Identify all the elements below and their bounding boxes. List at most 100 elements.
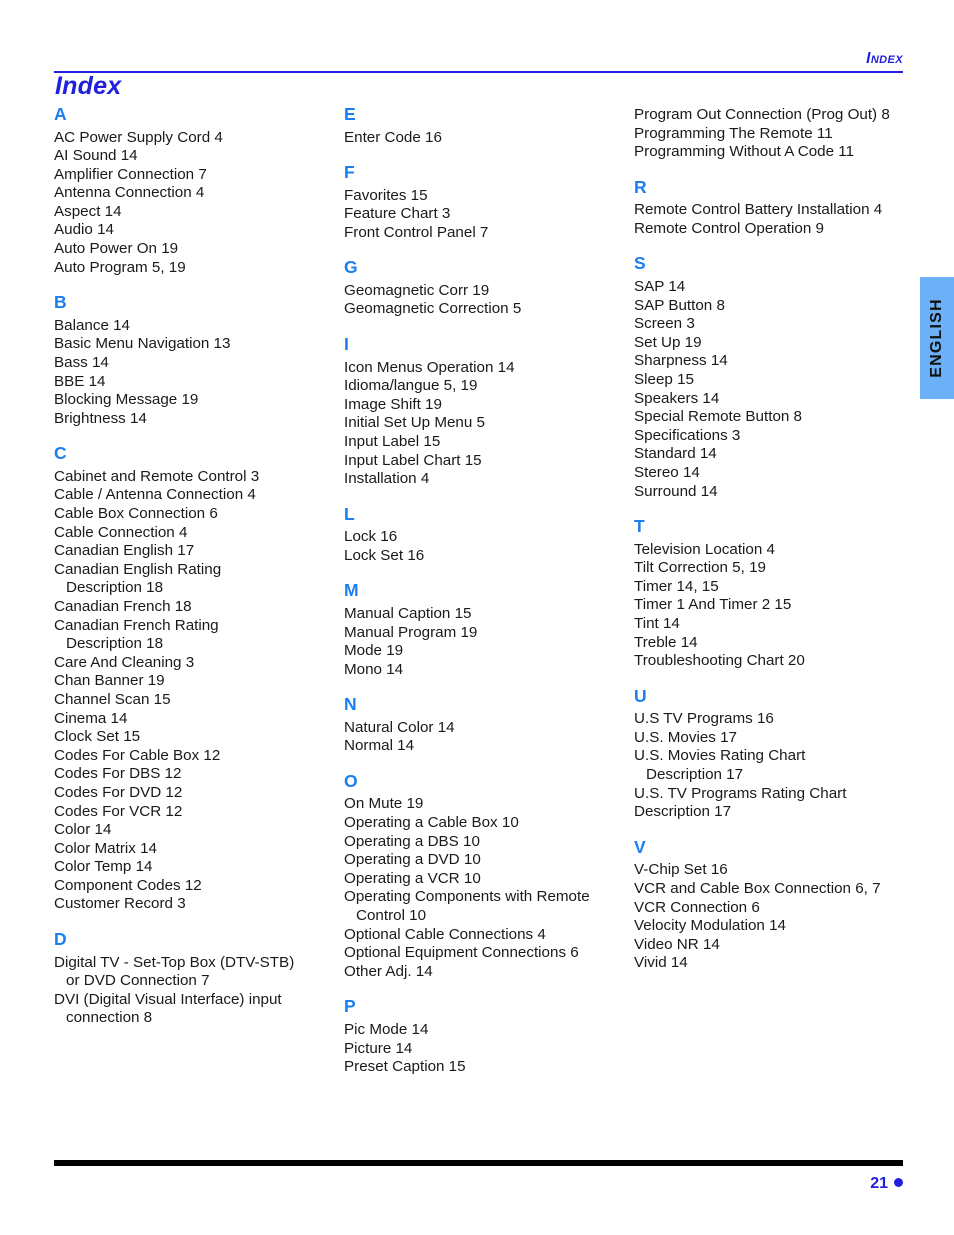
index-section-l: L Lock 16 Lock Set 16 xyxy=(344,503,634,566)
index-entry: Natural Color 14 xyxy=(344,718,455,736)
index-entry: Auto Program 5, 19 xyxy=(54,258,186,276)
index-entry: Auto Power On 19 xyxy=(54,240,179,258)
letter-heading: T xyxy=(634,516,645,537)
index-entry: Mono 14 xyxy=(344,660,404,678)
index-entry: Feature Chart 3 xyxy=(344,205,451,223)
index-entry: Operating Components with Remote xyxy=(344,888,590,906)
index-entry: Component Codes 12 xyxy=(54,876,202,894)
index-section-c: C Cabinet and Remote Control 3 Cable / Ant… xyxy=(54,445,344,914)
index-entry: Television Location 4 xyxy=(634,540,775,558)
index-entry: Description 17 xyxy=(646,766,744,784)
side-tab-label: ENGLISH xyxy=(928,298,945,378)
index-entry: Picture 14 xyxy=(344,1039,413,1057)
letter-heading: V xyxy=(634,836,646,857)
letter-heading: I xyxy=(344,334,349,355)
index-section-f: F Favorites 15 Feature Chart 3 Front Contro… xyxy=(344,164,634,242)
index-entry: Sharpness 14 xyxy=(634,352,728,370)
index-entry: Balance 14 xyxy=(54,316,130,334)
index-entry: Programming The Remote 11 xyxy=(634,124,833,142)
index-entry: Lock 16 xyxy=(344,528,398,546)
index-entry: Set Up 19 xyxy=(634,333,702,351)
index-entry: Mode 19 xyxy=(344,642,404,660)
index-entry: Canadian English 17 xyxy=(54,542,195,560)
index-entry: Tint 14 xyxy=(634,614,680,632)
index-entry: Operating a DBS 10 xyxy=(344,832,480,850)
letter-heading: A xyxy=(54,104,67,124)
index-entry: Velocity Modulation 14 xyxy=(634,917,786,935)
index-entry: Vivid 14 xyxy=(634,954,688,972)
letter-heading: P xyxy=(344,996,356,1017)
index-entry: Installation 4 xyxy=(344,470,430,488)
index-entry: Icon Menus Operation 14 xyxy=(344,358,515,376)
index-entry: AC Power Supply Cord 4 xyxy=(54,128,223,146)
index-section-v: V V-Chip Set 16 VCR and Cable Box Connecti… xyxy=(634,836,914,973)
index-section-p: P Pic Mode 14 Picture 14 Preset Caption 15 xyxy=(344,998,634,1076)
index-entry: Cable / Antenna Connection 4 xyxy=(54,486,256,504)
letter-heading: L xyxy=(344,503,355,524)
index-entry: SAP 14 xyxy=(634,277,686,295)
page-number: 21 xyxy=(870,1175,888,1192)
index-entry: Specifications 3 xyxy=(634,426,741,444)
running-head-label: Index xyxy=(866,50,903,67)
letter-heading: S xyxy=(634,253,646,274)
index-entry: Geomagnetic Correction 5 xyxy=(344,300,522,318)
index-entry: Manual Caption 15 xyxy=(344,604,472,622)
index-entry: Sleep 15 xyxy=(634,370,694,388)
index-section-o: O On Mute 19 Operating a Cable Box 10 Opera… xyxy=(344,770,634,981)
index-entry: V-Chip Set 16 xyxy=(634,861,728,879)
index-section-a: A AC Power Supply Cord 4 AI Sound 14 Amplif… xyxy=(54,104,344,277)
index-entry: Cable Connection 4 xyxy=(54,523,188,541)
index-entry: VCR and Cable Box Connection 6, 7 xyxy=(634,879,881,897)
letter-heading: M xyxy=(344,580,359,601)
index-entry: Operating a DVD 10 xyxy=(344,851,481,869)
index-entry: Clock Set 15 xyxy=(54,728,141,746)
letter-heading: D xyxy=(54,929,67,950)
index-section-d: D Digital TV - Set-Top Box (DTV-STB) or DV… xyxy=(54,931,344,1028)
index-entry: Control 10 xyxy=(356,907,427,925)
footer-rule xyxy=(54,1160,903,1166)
index-entry: Initial Set Up Menu 5 xyxy=(344,414,485,432)
index-entry: Cinema 14 xyxy=(54,709,128,727)
index-entry: Stereo 14 xyxy=(634,463,700,481)
index-entry: Canadian French Rating xyxy=(54,616,219,634)
index-entry: Description 18 xyxy=(66,635,164,653)
index-section-r: R Remote Control Battery Installation 4 Re… xyxy=(634,178,914,239)
index-section-b: B Balance 14 Basic Menu Navigation 13 Bass … xyxy=(54,294,344,428)
index-entry: Color Temp 14 xyxy=(54,858,153,876)
index-entry: Description 17 xyxy=(634,803,732,821)
index-entry: Chan Banner 19 xyxy=(54,672,165,690)
index-column-2: E Enter Code 16 F Favorites 15 Feature Chart… xyxy=(344,105,634,1077)
index-entry: Video NR 14 xyxy=(634,935,720,953)
index-section-i: I Icon Menus Operation 14 Idioma/langue 5,… xyxy=(344,336,634,489)
index-entry: Canadian English Rating xyxy=(54,560,222,578)
index-entry: Aspect 14 xyxy=(54,202,122,220)
index-entry: Normal 14 xyxy=(344,737,415,755)
index-entry: U.S TV Programs 16 xyxy=(634,710,774,728)
index-entry: VCR Connection 6 xyxy=(634,898,760,916)
index-entry: or DVD Connection 7 xyxy=(66,972,210,990)
index-entry: Treble 14 xyxy=(634,633,698,651)
index-entry: Audio 14 xyxy=(54,221,114,239)
index-entry: U.S. Movies 17 xyxy=(634,728,737,746)
letter-heading: O xyxy=(344,770,358,791)
index-entry: Optional Cable Connections 4 xyxy=(344,925,546,943)
index-entry: Blocking Message 19 xyxy=(54,391,199,409)
letter-heading: B xyxy=(54,292,67,313)
index-entry: Canadian French 18 xyxy=(54,597,192,615)
index-entry: Codes For Cable Box 12 xyxy=(54,746,221,764)
index-entry: Input Label 15 xyxy=(344,432,441,450)
index-section-g: G Geomagnetic Corr 19 Geomagnetic Correcti… xyxy=(344,259,634,319)
index-entry: Other Adj. 14 xyxy=(344,962,433,980)
index-section-m: M Manual Caption 15 Manual Program 19 Mode … xyxy=(344,582,634,679)
index-entry: Description 18 xyxy=(66,579,164,597)
index-entry: Front Control Panel 7 xyxy=(344,223,489,241)
index-entry: Color 14 xyxy=(54,821,112,839)
index-entry: Amplifier Connection 7 xyxy=(54,165,207,183)
letter-heading: U xyxy=(634,685,647,706)
index-entry: Brightness 14 xyxy=(54,409,147,427)
index-entry: Remote Control Operation 9 xyxy=(634,219,824,237)
index-entry: Color Matrix 14 xyxy=(54,839,157,857)
index-entry: Surround 14 xyxy=(634,482,718,500)
letter-heading: G xyxy=(344,257,358,278)
index-entry: Troubleshooting Chart 20 xyxy=(634,652,805,670)
